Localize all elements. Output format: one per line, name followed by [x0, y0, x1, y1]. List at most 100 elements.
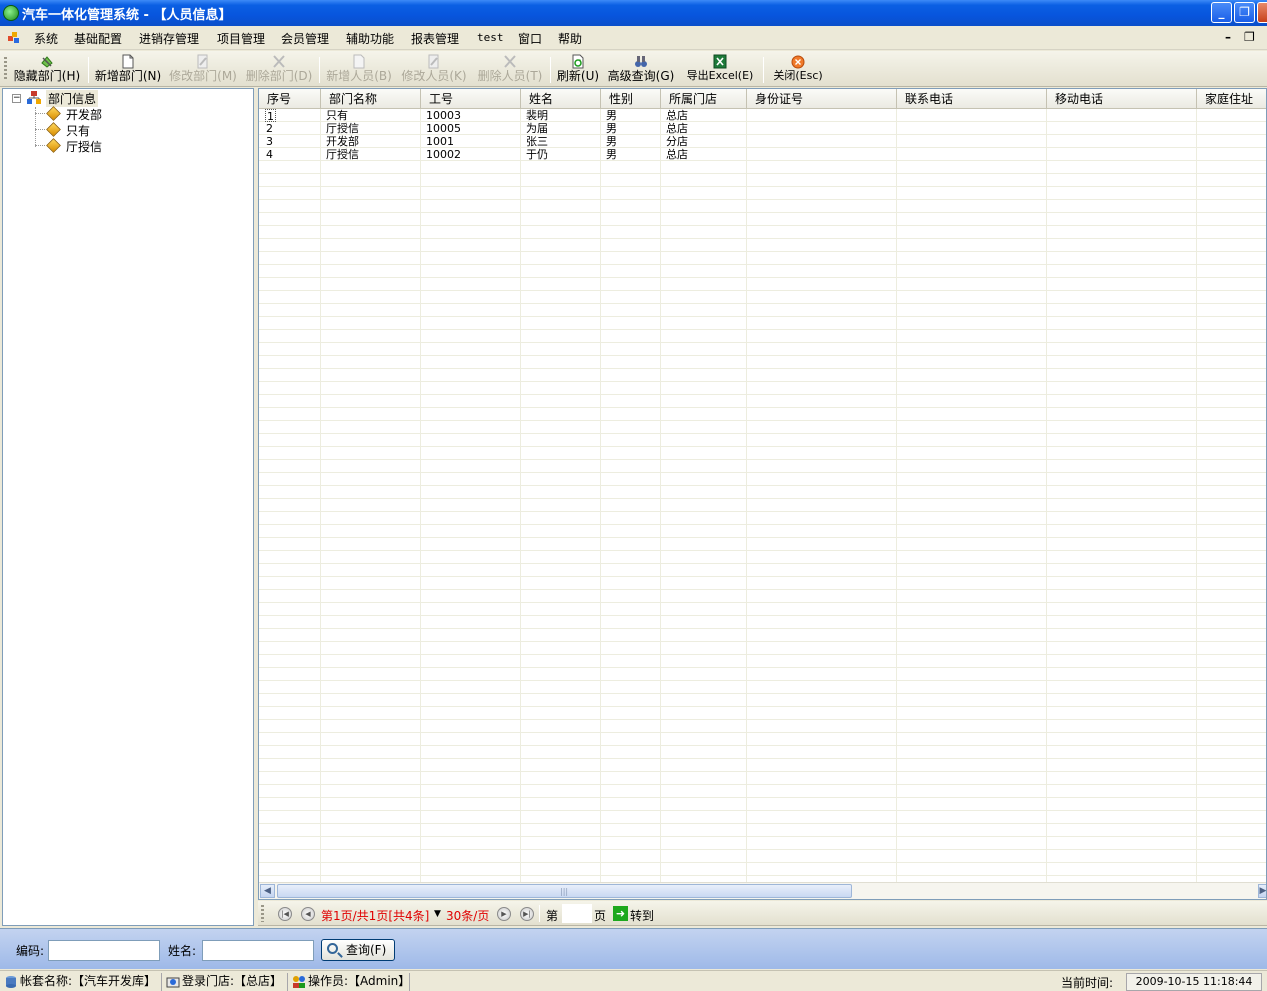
add-dept-button[interactable]: 新增部门(N) — [94, 53, 162, 85]
column-header-index[interactable]: 序号 — [259, 89, 321, 109]
cell-store[interactable]: 分店 — [666, 135, 688, 148]
menu-report[interactable]: 报表管理 — [411, 30, 459, 47]
delete-icon — [504, 55, 516, 68]
cell-gender[interactable]: 男 — [606, 122, 617, 135]
cell-employee-id[interactable]: 10003 — [426, 109, 461, 122]
per-page-select[interactable]: 30条/页 — [446, 907, 489, 924]
prev-page-icon[interactable]: ◀ — [301, 907, 315, 921]
cell-store[interactable]: 总店 — [666, 122, 688, 135]
edit-dept-label: 修改部门(M) — [169, 69, 237, 83]
column-header-employee-id[interactable]: 工号 — [421, 89, 521, 109]
cell-dept[interactable]: 厅授信 — [326, 122, 359, 135]
hide-dept-button[interactable]: 隐藏部门(H) — [13, 53, 81, 85]
column-header-store[interactable]: 所属门店 — [661, 89, 747, 109]
cell-gender[interactable]: 男 — [606, 148, 617, 161]
cell-name[interactable]: 于仍 — [526, 148, 548, 161]
menu-member[interactable]: 会员管理 — [281, 30, 329, 47]
horizontal-scrollbar[interactable]: ◀ ||| ▶ — [259, 882, 1266, 899]
query-button[interactable]: 查询(F) — [321, 939, 395, 961]
cell-index[interactable]: 1 — [265, 109, 276, 123]
column-header-id-card[interactable]: 身份证号 — [747, 89, 897, 109]
tree-node-dept[interactable]: 开发部 — [66, 106, 102, 123]
edit-dept-button[interactable]: 修改部门(M) — [169, 53, 237, 85]
cell-name[interactable]: 裴明 — [526, 109, 548, 122]
grid-body[interactable] — [259, 109, 1266, 883]
cell-store[interactable]: 总店 — [666, 109, 688, 122]
tree-node-dept[interactable]: 只有 — [66, 122, 90, 139]
cell-dept[interactable]: 只有 — [326, 109, 348, 122]
code-input[interactable] — [48, 940, 160, 961]
cell-name[interactable]: 张三 — [526, 135, 548, 148]
menu-project[interactable]: 项目管理 — [217, 30, 265, 47]
add-person-button[interactable]: 新增人员(B) — [325, 53, 393, 85]
pager-separator — [539, 905, 540, 922]
close-window-button[interactable] — [1257, 2, 1267, 23]
edit-icon — [428, 54, 439, 69]
last-page-icon[interactable]: ▶| — [520, 907, 534, 921]
goto-arrow-icon[interactable]: ➜ — [613, 906, 628, 921]
refresh-icon — [572, 54, 584, 69]
name-input[interactable] — [202, 940, 314, 961]
menu-basic-config[interactable]: 基础配置 — [74, 30, 122, 47]
per-page-dropdown-icon[interactable]: ▼ — [434, 909, 441, 919]
menu-system[interactable]: 系统 — [34, 30, 58, 47]
department-icon — [46, 106, 61, 121]
delete-dept-button[interactable]: 删除部门(D) — [244, 53, 314, 85]
column-header-name[interactable]: 姓名 — [521, 89, 601, 109]
status-operator: 操作员:【Admin】 — [290, 973, 410, 991]
delete-person-label: 删除人员(T) — [477, 69, 543, 83]
first-page-icon[interactable]: |◀ — [278, 907, 292, 921]
toolbar-grip[interactable] — [4, 57, 7, 81]
tree-node-dept[interactable]: 厅授信 — [66, 138, 102, 155]
pager-grip[interactable] — [261, 905, 264, 922]
restore-button[interactable]: ❐ — [1234, 2, 1255, 23]
cell-gender[interactable]: 男 — [606, 135, 617, 148]
current-time: 2009-10-15 11:18:44 — [1126, 973, 1262, 991]
scrollbar-thumb[interactable]: ||| — [277, 884, 852, 898]
column-header-address[interactable]: 家庭住址 — [1197, 89, 1266, 109]
page-number-input[interactable] — [562, 904, 592, 923]
menu-test[interactable]: test — [477, 31, 504, 44]
scroll-right-icon[interactable]: ▶ — [1258, 884, 1266, 898]
cell-gender[interactable]: 男 — [606, 109, 617, 122]
close-button[interactable]: 关闭(Esc) — [769, 53, 827, 85]
grid-column-line — [896, 109, 897, 883]
scroll-left-icon[interactable]: ◀ — [260, 884, 275, 898]
menu-assist[interactable]: 辅助功能 — [346, 30, 394, 47]
cell-store[interactable]: 总店 — [666, 148, 688, 161]
cell-employee-id[interactable]: 10005 — [426, 122, 461, 135]
column-header-gender[interactable]: 性别 — [601, 89, 661, 109]
mdi-restore-button[interactable]: ❐ — [1244, 30, 1255, 44]
column-header-dept[interactable]: 部门名称 — [321, 89, 421, 109]
status-bar: 帐套名称:【汽车开发库】 登录门店:【总店】 操作员:【Admin】 当前时间:… — [0, 970, 1267, 991]
cell-index[interactable]: 2 — [266, 122, 273, 135]
goto-button[interactable]: 转到 — [630, 907, 654, 924]
refresh-button[interactable]: 刷新(U) — [556, 53, 600, 85]
status-account-text: 帐套名称:【汽车开发库】 — [20, 974, 157, 988]
cell-dept[interactable]: 厅授信 — [326, 148, 359, 161]
menu-help[interactable]: 帮助 — [558, 30, 582, 47]
column-header-mobile[interactable]: 移动电话 — [1047, 89, 1197, 109]
grid-header: 序号 部门名称 工号 姓名 性别 所属门店 身份证号 联系电话 移动电话 家庭住… — [259, 89, 1266, 109]
mdi-window-icon[interactable] — [8, 32, 20, 44]
menu-window[interactable]: 窗口 — [518, 30, 542, 47]
edit-person-button[interactable]: 修改人员(K) — [400, 53, 468, 85]
grid-column-line — [746, 109, 747, 883]
export-excel-button[interactable]: 导出Excel(E) — [682, 53, 758, 85]
column-header-phone[interactable]: 联系电话 — [897, 89, 1047, 109]
tree-collapse-toggle[interactable]: − — [12, 94, 21, 103]
mdi-minimize-button[interactable]: – — [1225, 30, 1231, 44]
delete-person-button[interactable]: 删除人员(T) — [475, 53, 545, 85]
tree-root-node[interactable]: 部门信息 — [46, 90, 99, 107]
cell-index[interactable]: 3 — [266, 135, 273, 148]
cell-employee-id[interactable]: 10002 — [426, 148, 461, 161]
cell-dept[interactable]: 开发部 — [326, 135, 359, 148]
next-page-icon[interactable]: ▶ — [497, 907, 511, 921]
refresh-label: 刷新(U) — [556, 69, 600, 83]
advanced-query-button[interactable]: 高级查询(G) — [607, 53, 675, 85]
menu-inventory[interactable]: 进销存管理 — [139, 30, 199, 47]
cell-index[interactable]: 4 — [266, 148, 273, 161]
cell-name[interactable]: 为届 — [526, 122, 548, 135]
minimize-button[interactable]: _ — [1211, 2, 1232, 23]
cell-employee-id[interactable]: 1001 — [426, 135, 454, 148]
